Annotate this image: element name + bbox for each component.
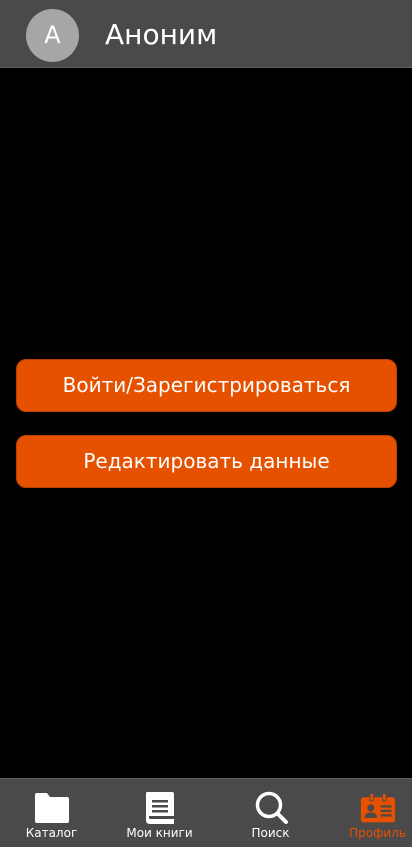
book-icon [145, 792, 174, 824]
nav-label-my-books: Мои книги [126, 826, 193, 840]
nav-label-profile: Профиль [349, 826, 406, 840]
nav-item-profile[interactable]: Профиль [326, 779, 412, 847]
profile-header: A Аноним [0, 0, 412, 68]
username: Аноним [105, 18, 218, 51]
nav-label-search: Поиск [251, 826, 290, 840]
avatar[interactable]: A [26, 9, 79, 62]
login-register-button[interactable]: Войти/Зарегистрироваться [16, 359, 397, 412]
nav-item-my-books[interactable]: Мои книги [108, 779, 211, 847]
search-icon [255, 791, 288, 824]
folder-icon [34, 793, 69, 823]
nav-item-search[interactable]: Поиск [219, 779, 322, 847]
nav-label-catalog: Каталог [25, 826, 78, 840]
nav-item-catalog[interactable]: Каталог [0, 779, 103, 847]
profile-card-icon [360, 793, 395, 823]
profile-screen: A Аноним Войти/Зарегистрироваться Редакт… [0, 0, 412, 847]
edit-profile-button[interactable]: Редактировать данные [16, 435, 397, 488]
bottom-navigation: Каталог Мои книги Поиск Профиль [0, 778, 412, 847]
